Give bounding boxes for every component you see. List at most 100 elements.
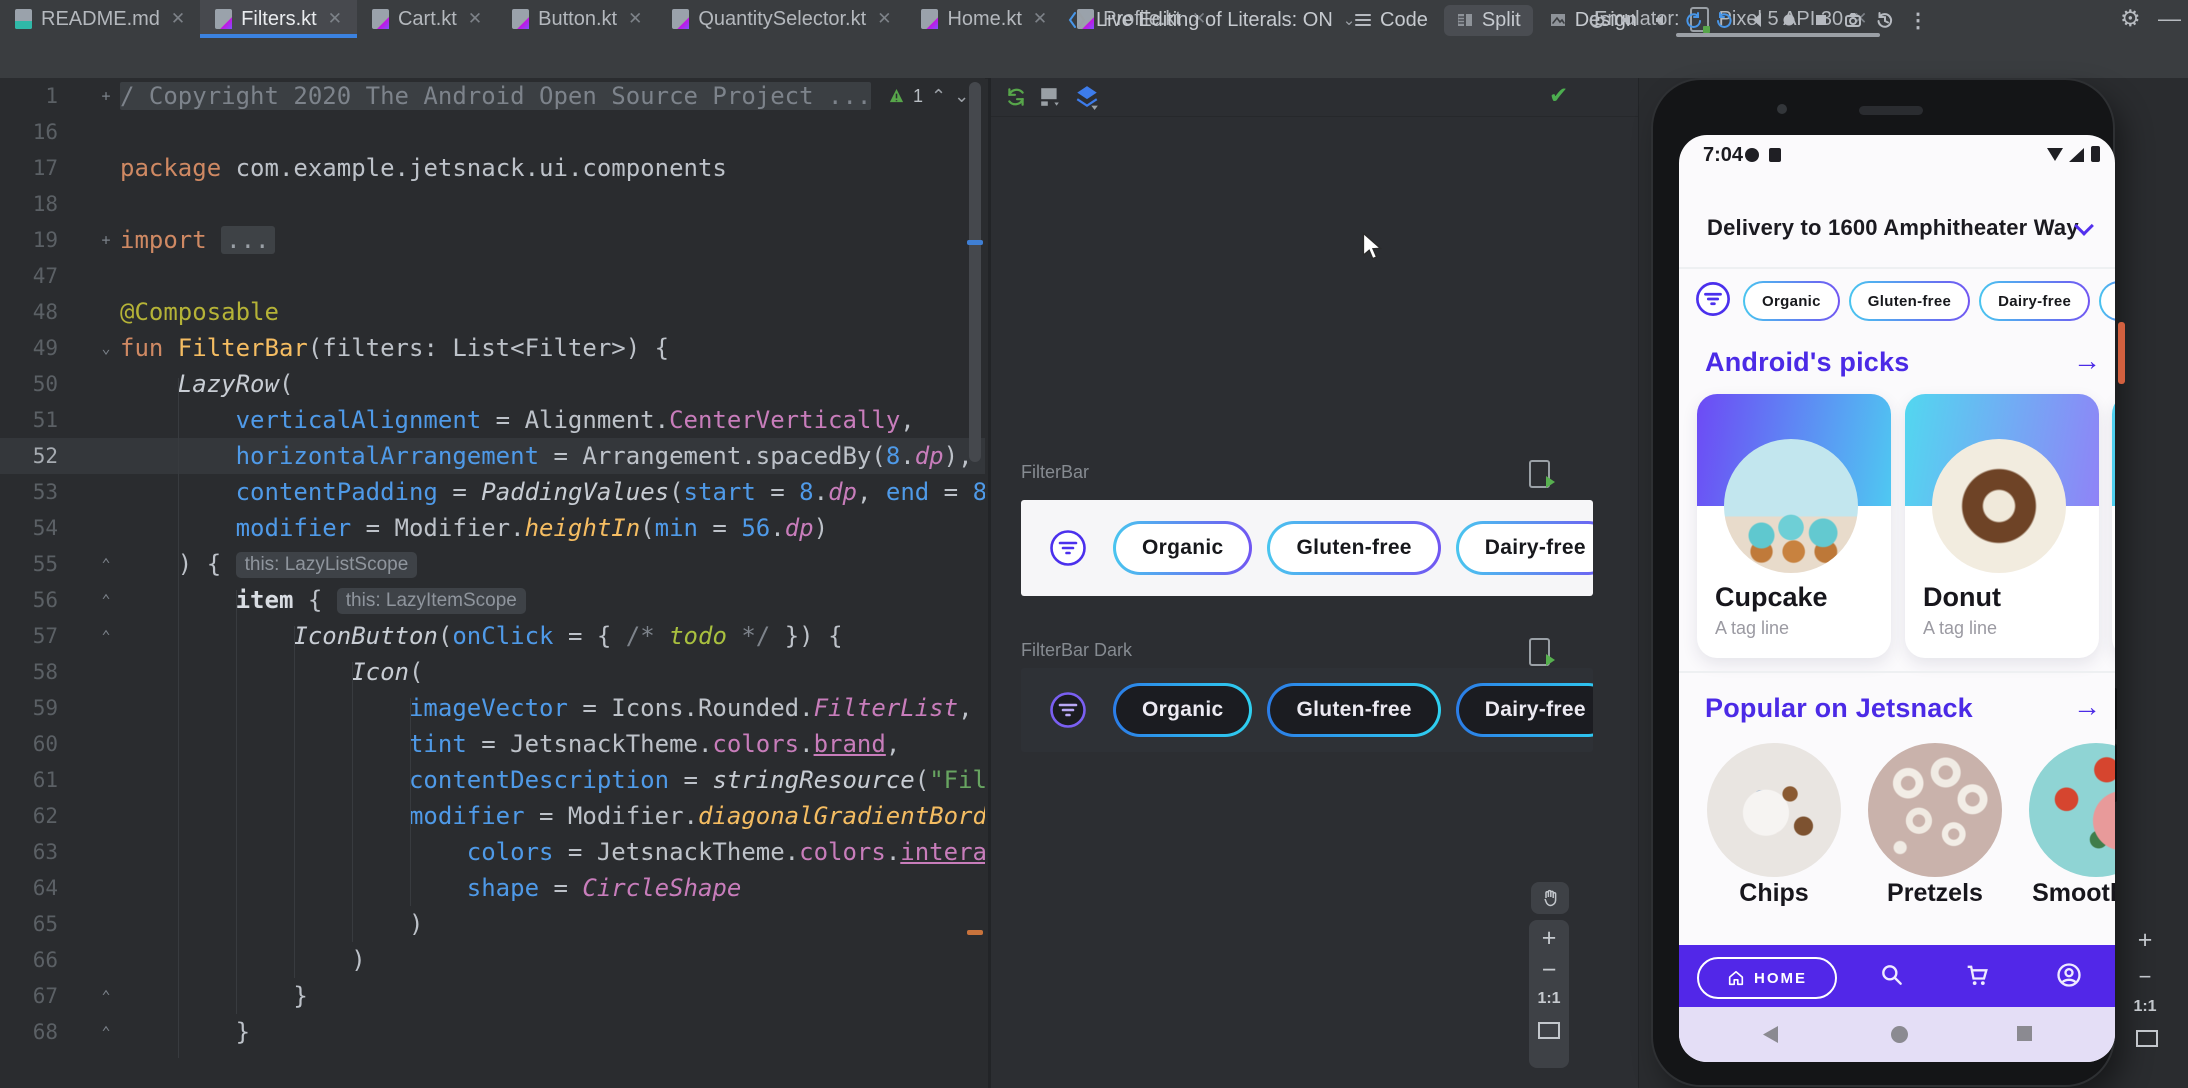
inspections-widget[interactable]: 1 ⌃ ⌄ [888,78,969,114]
code-view-icon [1355,14,1371,26]
prev-issue-icon[interactable]: ⌃ [931,86,946,107]
android-overview-icon[interactable] [2017,1026,2032,1041]
fold-marker-icon[interactable]: ⌃ [98,618,114,654]
zoom-out-button[interactable]: − [1529,956,1569,984]
line-number: 51 [32,408,58,432]
tab-close-icon[interactable]: ✕ [628,9,642,29]
run-preview-on-device-icon[interactable] [1529,638,1555,666]
tab-quantityselector-kt[interactable]: QuantitySelector.kt ✕ [657,0,906,38]
layout-grid-icon[interactable] [1039,86,1061,108]
split-view-button[interactable]: Split [1443,4,1533,36]
line-number: 61 [32,768,58,792]
scrollbar-mark-blue [967,240,983,245]
section-arrow-icon[interactable]: → [2073,345,2101,377]
smoothies-image[interactable] [2029,743,2115,877]
line-number: 17 [32,156,58,180]
code-view-button[interactable]: Code [1348,5,1434,36]
filter-list-icon[interactable] [1049,529,1087,567]
zoom-in-button[interactable]: + [1529,920,1569,956]
next-issue-icon[interactable]: ⌄ [954,86,969,107]
snapshot-restore-icon[interactable] [1876,11,1894,29]
zoom-actual-size-button[interactable]: 1:1 [2128,998,2162,1016]
fold-marker-icon[interactable]: ⌃ [98,582,114,618]
home-circle-icon[interactable] [1780,11,1798,29]
pan-hand-button[interactable] [1531,882,1569,914]
snack-card-donut[interactable]: Donut A tag line [1905,394,2099,658]
snack-card-cupcake[interactable]: Cupcake A tag line [1697,394,1891,658]
sync-refresh-icon[interactable] [1005,86,1027,108]
tab-readme-md[interactable]: README.md ✕ [0,0,200,38]
device-screen[interactable]: 7:04 Delivery to 1600 Amphitheater Way O… [1679,135,2115,1062]
fold-marker-icon[interactable]: + [98,78,114,114]
chip-label: Gluten-free [1296,698,1412,721]
section-arrow-icon[interactable]: → [2073,691,2101,723]
filter-chip[interactable]: Organic [1113,521,1252,575]
tab-cart-kt[interactable]: Cart.kt ✕ [357,0,497,38]
gear-icon[interactable]: ⚙ [2120,5,2141,32]
filter-chip[interactable]: Gluten-free [1849,281,1970,321]
minimize-icon[interactable]: — [2158,5,2181,32]
code-line: LazyRow( [177,370,294,398]
run-preview-on-device-icon[interactable] [1529,460,1555,488]
live-edit-group[interactable]: Live Editing of Literals: ON ⌄ [1068,0,1355,40]
code-line: fun FilterBar(filters: List<Filter>) { [120,334,670,362]
compose-preview-pane: ✔ FilterBar Organic Gluten-free Dairy-fr… [988,78,1641,1088]
volume-down-icon[interactable] [1652,11,1670,29]
profile-icon[interactable] [2055,961,2083,989]
tab-close-icon[interactable]: ✕ [328,9,342,29]
tab-close-icon[interactable]: ✕ [1033,9,1047,29]
android-home-icon[interactable] [1891,1026,1908,1043]
layers-icon[interactable] [1075,84,1099,110]
filter-chip-partial[interactable] [2099,281,2115,321]
tab-close-icon[interactable]: ✕ [468,9,482,29]
more-kebab-icon[interactable]: ⋮ [1908,8,1928,33]
code-line: tint = JetsnackTheme.colors.brand, [408,730,901,758]
fold-marker-icon[interactable]: ⌃ [98,546,114,582]
nav-home-button[interactable]: HOME [1697,957,1837,999]
filter-list-icon[interactable] [1049,691,1087,729]
chip-label: Dairy-free [1484,536,1586,559]
filter-chip[interactable]: Gluten-free [1267,683,1440,737]
filter-chip[interactable]: Gluten-free [1267,521,1440,575]
zoom-in-button[interactable]: + [2128,926,2162,955]
pretzels-image[interactable] [1868,743,2002,877]
volume-up-icon[interactable] [1620,11,1638,29]
power-icon[interactable] [1588,11,1606,29]
code-editor[interactable]: 1 + / Copyright 2020 The Android Open Sour… [0,78,985,1088]
filter-chip[interactable]: Dairy-free [1456,521,1593,575]
fold-marker-icon[interactable]: ⌃ [98,978,114,1014]
overview-square-icon[interactable] [1812,11,1830,29]
card-gradient [2112,394,2115,506]
filter-chip[interactable]: Dairy-free [1456,683,1593,737]
screenshot-camera-icon[interactable] [1844,11,1862,29]
fold-marker-icon[interactable]: ⌄ [98,330,114,366]
editor-scrollbar[interactable] [969,82,981,462]
back-icon[interactable] [1748,11,1766,29]
android-back-icon[interactable] [1763,1026,1778,1043]
zoom-out-button[interactable]: − [2128,964,2162,990]
rotate-right-icon[interactable] [1716,11,1734,29]
filter-chip[interactable]: Organic [1113,683,1252,737]
filter-chip[interactable]: Dairy-free [1979,281,2090,321]
cart-icon[interactable] [1963,961,1991,989]
donut-image [1932,439,2066,573]
filter-chip[interactable]: Organic [1743,281,1840,321]
snack-card-partial[interactable] [2112,394,2115,658]
delivery-address[interactable]: Delivery to 1600 Amphitheater Way [1707,215,2079,241]
search-icon[interactable] [1879,962,1905,988]
tab-close-icon[interactable]: ✕ [171,9,185,29]
tab-home-kt[interactable]: Home.kt ✕ [906,0,1062,38]
zoom-to-fit-button[interactable] [2136,1030,2158,1047]
zoom-to-fit-button[interactable] [1538,1022,1560,1039]
tab-filters-kt[interactable]: Filters.kt ✕ [200,0,357,38]
zoom-actual-size-button[interactable]: 1:1 [1529,984,1569,1014]
filter-list-icon[interactable] [1695,281,1731,317]
fold-marker-icon[interactable]: + [98,222,114,258]
tab-button-kt[interactable]: Button.kt ✕ [497,0,657,38]
rotate-left-icon[interactable] [1684,11,1702,29]
fold-marker-icon[interactable]: ⌃ [98,1014,114,1050]
card-tagline: A tag line [1715,618,1790,638]
tab-label: Home.kt [947,7,1022,30]
chips-image[interactable] [1707,743,1841,877]
tab-close-icon[interactable]: ✕ [877,9,891,29]
